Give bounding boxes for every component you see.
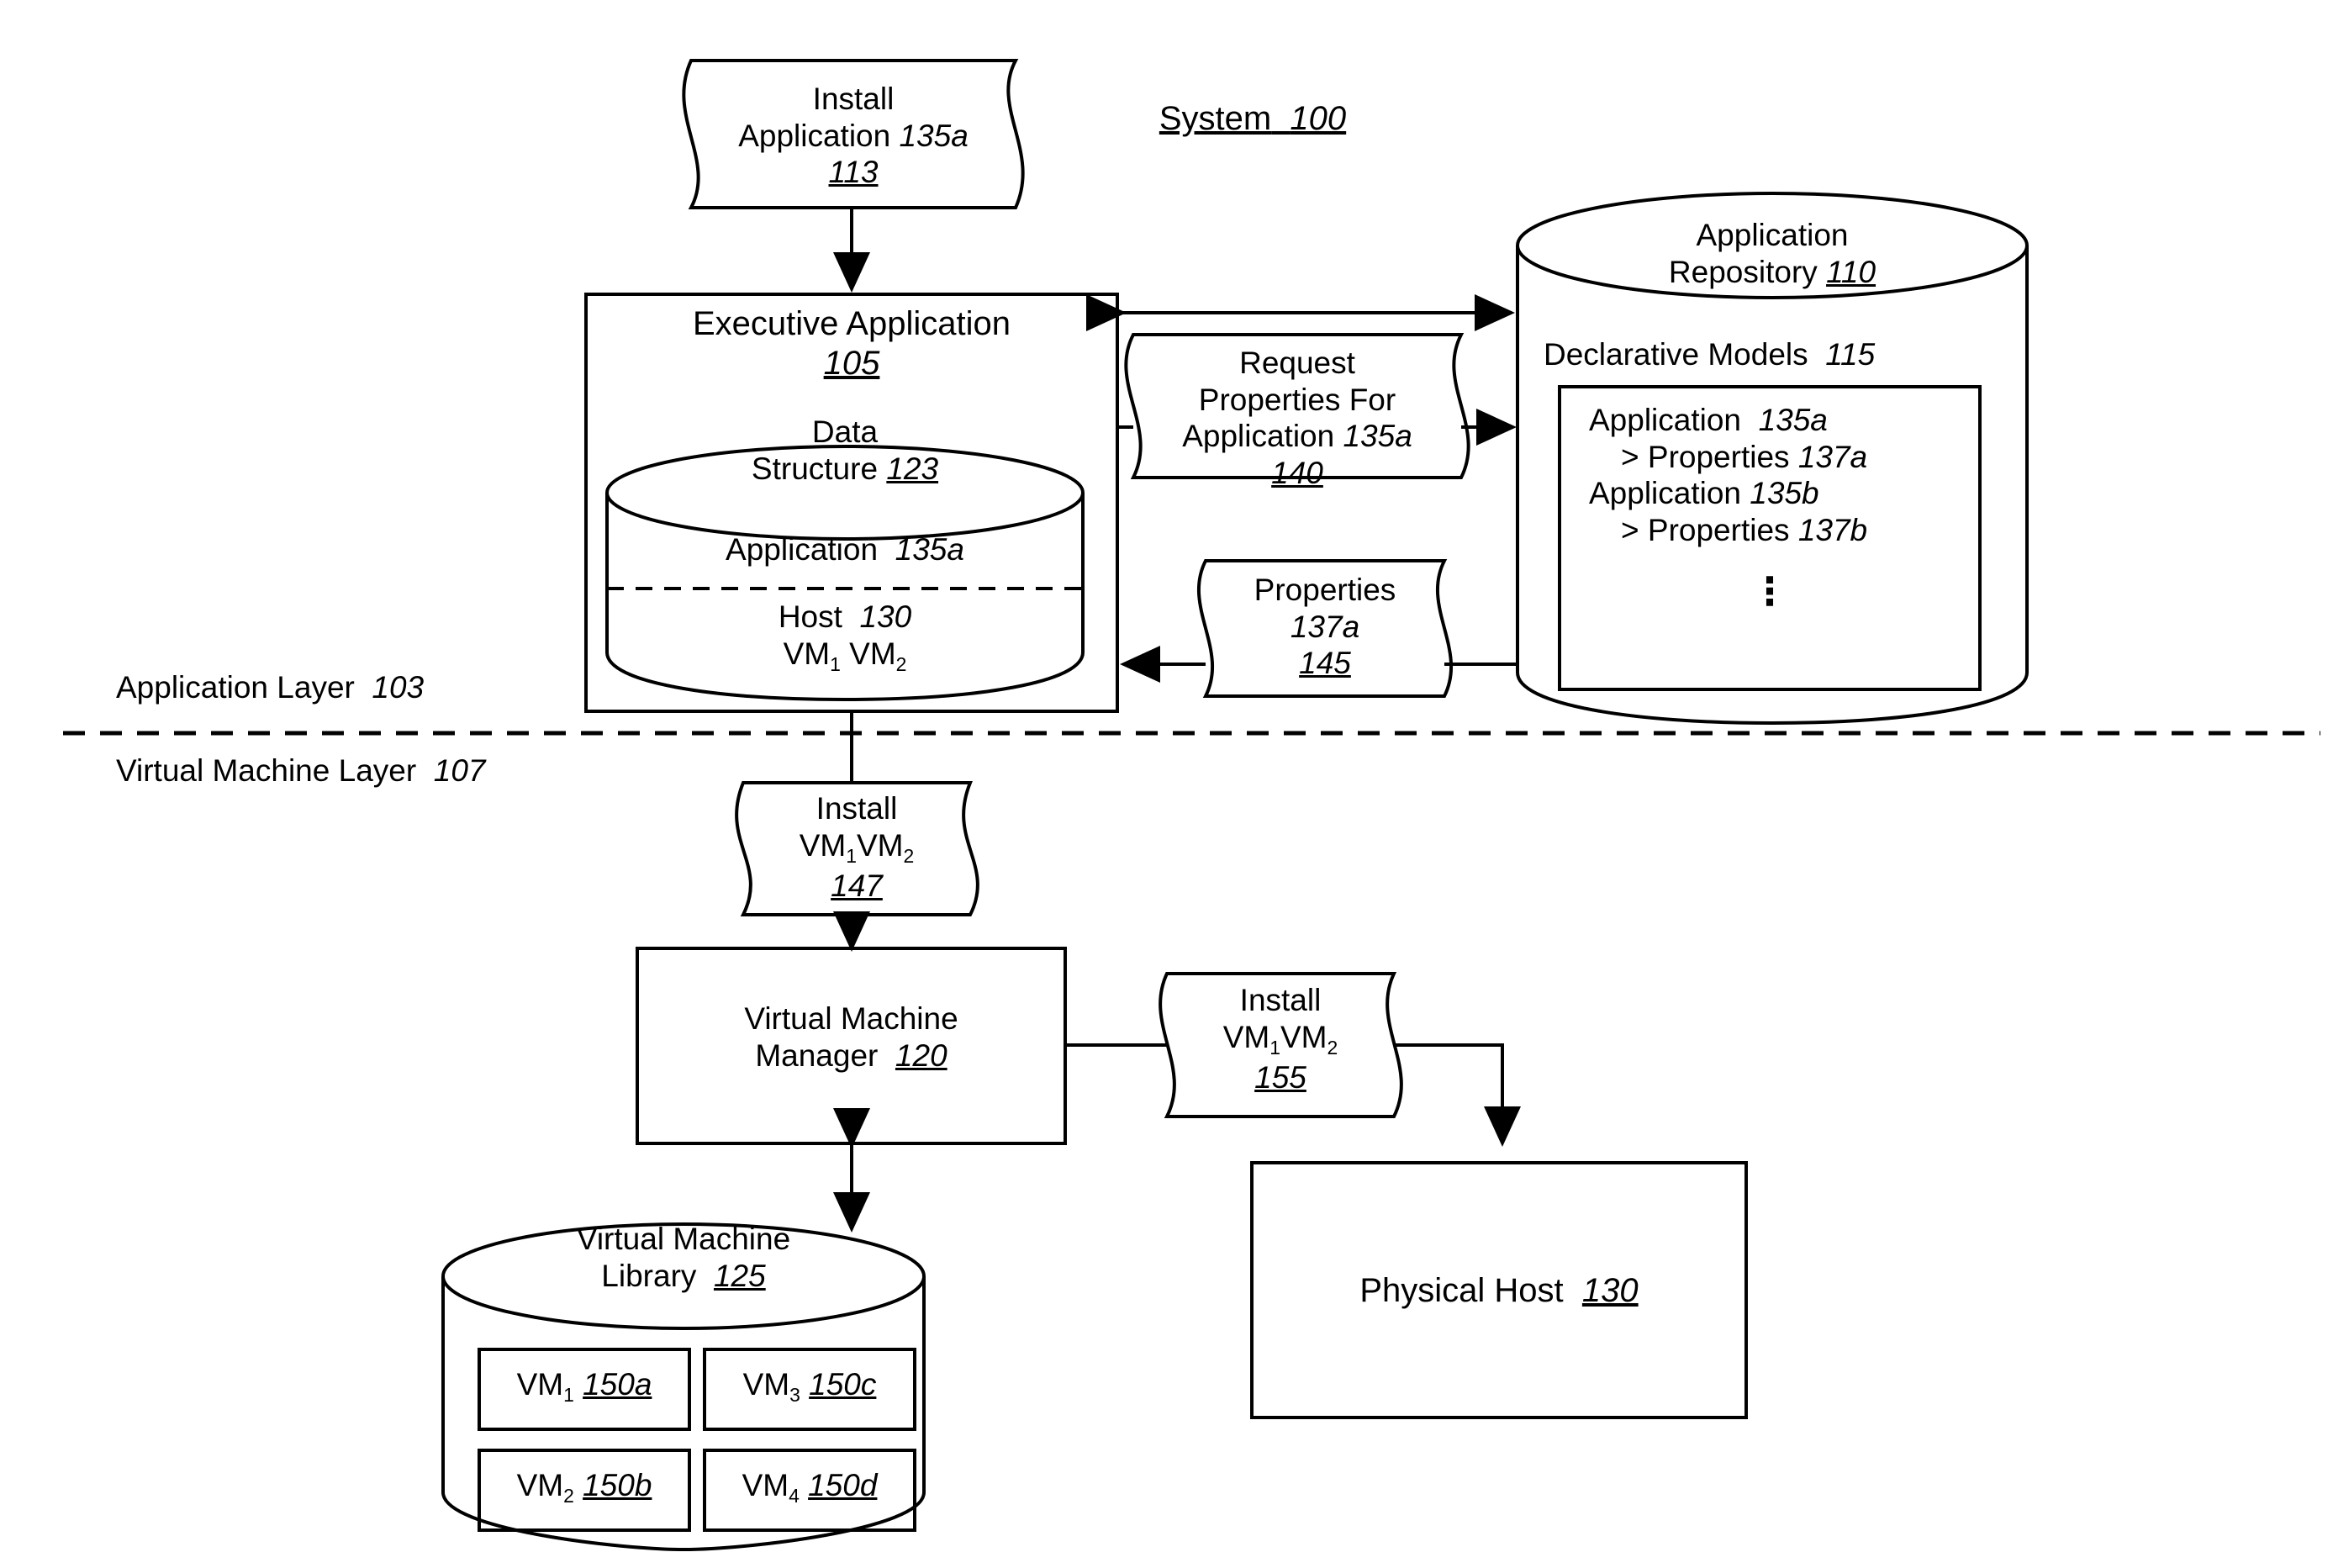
install-vm147-line2: VM1VM2 — [799, 827, 915, 867]
vm-library-body — [441, 1276, 926, 1552]
connector-install155-to-physicalhost — [1394, 1043, 1521, 1147]
install-application-line2: Application 135a — [738, 118, 969, 153]
install-vm147-line1: Install — [815, 791, 898, 826]
properties-response-line2: 137a — [1290, 609, 1360, 644]
executive-application-title: Executive Application 105 — [586, 304, 1117, 383]
vm-manager-line1: Virtual Machine — [744, 1001, 958, 1036]
model-entry-prop-1: > Properties 137b — [1621, 512, 1868, 547]
declarative-models-header: Declarative Models 115 — [1544, 336, 2014, 373]
model-entry-app-0: Application 135a — [1589, 403, 1828, 437]
install-vm155-line2: VM1VM2 — [1222, 1019, 1338, 1059]
physical-host-label: Physical Host 130 — [1252, 1271, 1746, 1311]
vm-library-item-2: VM3 150c — [742, 1367, 877, 1407]
application-layer-label: Application Layer 103 — [116, 670, 425, 705]
figure-title-ref: 100 — [1290, 100, 1347, 137]
figure-title: System 100 — [1101, 99, 1404, 139]
vm-manager-label: Virtual Machine Manager 120 — [637, 1000, 1065, 1074]
request-properties-line1: Request — [1239, 346, 1355, 380]
install-vm147-label: Install VM1VM2 147 — [743, 790, 970, 904]
application-repository-title: Application Repository 110 — [1518, 217, 2027, 290]
declarative-models-list: Application 135a > Properties 137a Appli… — [1589, 402, 1984, 549]
cylinder-host-label: Host — [778, 599, 842, 634]
cylinder-host-ref: 130 — [859, 599, 912, 634]
properties-response-label: Properties 137a 145 — [1206, 572, 1444, 682]
data-structure-label: Data Structure 123 — [607, 414, 1083, 487]
declarative-models-ref: 115 — [1825, 337, 1876, 372]
data-structure-line2: Structure 123 — [751, 451, 939, 486]
vm-manager-line2: Manager 120 — [755, 1037, 947, 1073]
physical-host-text: Physical Host — [1359, 1272, 1564, 1309]
vm-library-title: Virtual Machine Library 125 — [443, 1221, 924, 1294]
install-application-line1: Install — [812, 82, 895, 116]
application-repository-line1: Application — [1696, 218, 1849, 252]
request-properties-line2: Properties For — [1198, 382, 1396, 417]
declarative-models-label: Declarative Models — [1544, 337, 1808, 372]
install-vm147-ref: 147 — [831, 868, 883, 903]
application-repository-line2: Repository 110 — [1668, 254, 1876, 289]
request-properties-ref: 140 — [1271, 455, 1323, 490]
install-vm155-label: Install VM1VM2 155 — [1167, 982, 1394, 1095]
request-properties-label: Request Properties For Application 135a … — [1133, 345, 1461, 492]
cylinder-application-label: Application — [726, 532, 879, 567]
cylinder-application-ref: 135a — [895, 532, 964, 567]
install-application-label: Install Application 135a 113 — [691, 81, 1016, 191]
install-vm155-ref: 155 — [1254, 1059, 1306, 1095]
vm-library-item-3: VM2 150b — [516, 1468, 652, 1507]
cylinder-vm-line: VM1 VM2 — [783, 636, 907, 675]
declarative-models-ellipsis: ⋮ — [1750, 569, 1789, 613]
properties-response-line1: Properties — [1254, 573, 1396, 607]
vm-library-line1: Virtual Machine — [576, 1222, 791, 1256]
vm-library-line2: Library 125 — [601, 1258, 766, 1293]
vm-library-item-4: VM4 150d — [742, 1468, 878, 1507]
cylinder-host-line: Host 130 — [607, 599, 1083, 636]
install-application-ref: 113 — [828, 155, 879, 190]
figure-title-label: System — [1159, 100, 1272, 137]
model-entry-prop-0: > Properties 137a — [1621, 439, 1868, 474]
vm-library-item-1: VM1 150a — [516, 1367, 652, 1407]
patent-figure-canvas: System 100 Install Application 135a 113 … — [0, 0, 2333, 1568]
properties-response-ref: 145 — [1299, 646, 1351, 681]
virtual-machine-layer-label: Virtual Machine Layer 107 — [116, 753, 486, 788]
install-vm155-line1: Install — [1239, 983, 1322, 1017]
cylinder-application-row: Application 135a — [607, 531, 1083, 568]
executive-application-label: Executive Application — [692, 305, 1011, 342]
executive-application-ref: 105 — [823, 345, 880, 383]
data-structure-line1: Data — [811, 414, 879, 449]
physical-host-ref: 130 — [1581, 1272, 1639, 1309]
request-properties-line3: Application 135a — [1182, 419, 1412, 454]
cylinder-host-row: Host 130 VM1 VM2 — [607, 599, 1083, 676]
model-entry-app-1: Application 135b — [1589, 476, 1819, 511]
